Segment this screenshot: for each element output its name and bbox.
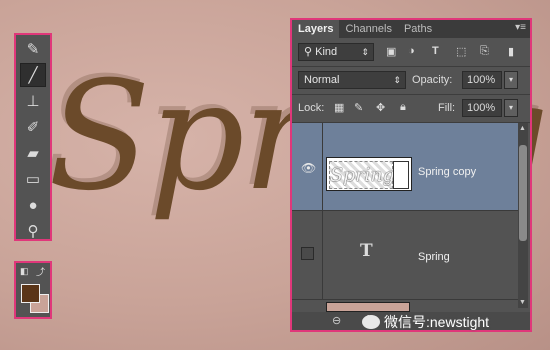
lock-all-icon[interactable]: 🔒︎ — [400, 101, 406, 114]
swap-colors-icon[interactable]: ⤴ — [36, 265, 45, 278]
scroll-down-icon[interactable]: ▼ — [519, 299, 526, 306]
chevron-updown-icon: ⇕ — [361, 47, 369, 57]
filter-shape-icon[interactable]: ⬚ — [456, 45, 466, 58]
blur-icon[interactable]: ● — [20, 193, 46, 217]
tab-layers[interactable]: Layers — [292, 20, 340, 38]
opacity-label: Opacity: — [412, 74, 453, 86]
tools-panel: ✎ ╱ ⊥ ✐ ▰ ▭ ● ⚲ — [14, 33, 52, 241]
opacity-input[interactable]: 100% — [462, 71, 502, 89]
layers-panel: Layers Channels Paths ▾≡ ⚲ Kind ⇕ ▣ ◑ T … — [290, 18, 532, 332]
filter-type-icon[interactable]: T — [432, 45, 439, 57]
foreground-color-swatch[interactable] — [21, 284, 40, 303]
panel-tab-bar: Layers Channels Paths ▾≡ — [292, 20, 530, 38]
filter-kind-value: Kind — [315, 46, 338, 58]
lock-position-icon[interactable]: ✥ — [376, 101, 385, 114]
text-layer-icon: T — [360, 241, 373, 261]
scroll-up-icon[interactable]: ▲ — [519, 125, 526, 132]
filter-smart-object-icon[interactable]: ⎘ — [480, 45, 489, 58]
layer-mask-thumbnail — [393, 161, 409, 189]
watermark-text: 微信号:newstight — [384, 314, 490, 330]
layer-row-spring[interactable]: T Spring — [292, 211, 520, 300]
thumbnail-text: Spring — [329, 161, 395, 189]
visibility-cell[interactable]: 👁︎ — [292, 123, 323, 210]
eraser-icon[interactable]: ▰ — [20, 141, 46, 165]
filter-row: ⚲ Kind ⇕ ▣ ◑ T ⬚ ⎘ ▮ — [292, 42, 530, 64]
dodge-icon[interactable]: ⚲ — [20, 219, 46, 243]
opacity-dropdown-button[interactable]: ▾ — [504, 71, 518, 89]
divider — [292, 66, 530, 67]
gradient-icon[interactable]: ▭ — [20, 167, 46, 191]
blend-row: Normal ⇕ Opacity: 100% ▾ — [292, 70, 530, 92]
lock-label: Lock: — [298, 102, 325, 114]
divider — [292, 94, 530, 95]
color-swatches: ◧ ⤴ — [14, 261, 52, 319]
tab-paths[interactable]: Paths — [398, 20, 438, 38]
layer-thumbnail: Spring — [326, 157, 412, 191]
spot-healing-brush-icon[interactable]: ✎ — [20, 37, 46, 61]
fill-label: Fill: — [438, 102, 456, 114]
layer-name[interactable]: Spring — [418, 251, 450, 263]
layers-scrollbar[interactable]: ▲ ▼ — [518, 123, 528, 308]
watermark: 微信号:newstight — [362, 312, 489, 332]
filter-pixel-icon[interactable]: ▣ — [386, 45, 396, 58]
lock-image-icon[interactable]: ✎ — [354, 101, 363, 114]
lock-row: Lock: ▦ ✎ ✥ 🔒︎ Fill: 100% ▾ — [292, 98, 530, 120]
panel-menu-icon[interactable]: ▾≡ — [515, 22, 526, 33]
search-icon: ⚲ — [304, 46, 316, 58]
clone-stamp-icon[interactable]: ⊥ — [20, 89, 46, 113]
visibility-toggle-box[interactable] — [301, 247, 314, 260]
tab-channels[interactable]: Channels — [339, 20, 397, 38]
lock-transparent-icon[interactable]: ▦ — [334, 101, 344, 114]
partial-layer-thumbnail[interactable] — [326, 302, 410, 312]
filter-toggle-icon[interactable]: ▮ — [508, 45, 514, 58]
layer-row-spring-copy[interactable]: 👁︎ Spring Spring copy — [292, 123, 520, 211]
filter-kind-select[interactable]: ⚲ Kind ⇕ — [298, 43, 374, 61]
fill-dropdown-button[interactable]: ▾ — [504, 99, 518, 117]
scrollbar-thumb[interactable] — [519, 145, 527, 241]
default-colors-icon[interactable]: ◧ — [20, 266, 29, 277]
history-brush-icon[interactable]: ✐ — [20, 115, 46, 139]
layer-name[interactable]: Spring copy — [418, 166, 476, 178]
chevron-updown-icon: ⇕ — [393, 75, 401, 85]
wechat-logo-icon — [362, 315, 380, 329]
brush-icon[interactable]: ╱ — [20, 63, 46, 87]
eye-icon[interactable]: 👁︎ — [301, 161, 316, 175]
filter-adjustment-icon[interactable]: ◑ — [408, 45, 415, 57]
fill-input[interactable]: 100% — [462, 99, 502, 117]
visibility-cell[interactable] — [292, 211, 323, 299]
blend-mode-select[interactable]: Normal ⇕ — [298, 71, 406, 89]
blend-mode-value: Normal — [304, 74, 340, 86]
link-layers-icon[interactable]: ⊖ — [332, 314, 341, 327]
